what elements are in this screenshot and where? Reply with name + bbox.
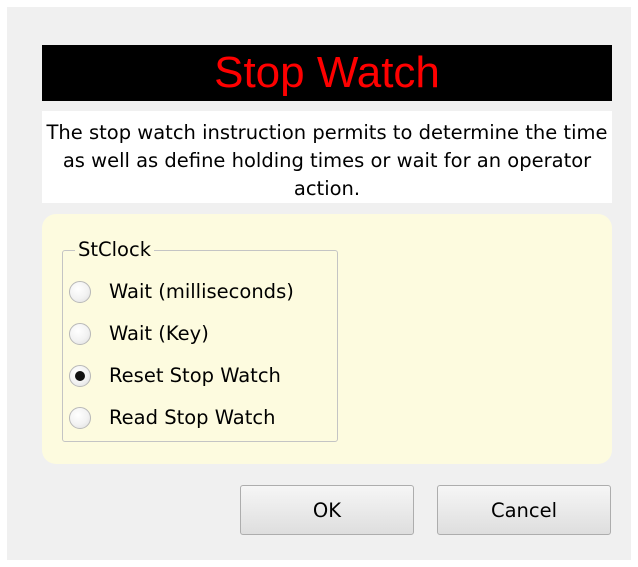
stop-watch-dialog: Stop Watch The stop watch instruction pe… (7, 7, 631, 560)
option-read-stop-watch[interactable]: Read Stop Watch (69, 403, 275, 433)
cancel-button[interactable]: Cancel (437, 485, 611, 535)
dialog-title: Stop Watch (42, 45, 612, 101)
options-panel: StClock Wait (milliseconds) Wait (Key) R… (42, 214, 612, 464)
option-label: Reset Stop Watch (109, 364, 281, 387)
radio-button[interactable] (69, 281, 91, 303)
option-label: Wait (Key) (109, 322, 209, 345)
radio-button[interactable] (69, 323, 91, 345)
stclock-group: StClock Wait (milliseconds) Wait (Key) R… (62, 237, 338, 442)
option-wait-key[interactable]: Wait (Key) (69, 319, 209, 349)
group-legend: StClock (75, 237, 155, 263)
option-reset-stop-watch[interactable]: Reset Stop Watch (69, 361, 281, 391)
option-label: Read Stop Watch (109, 406, 276, 429)
radio-button-selected[interactable] (69, 365, 91, 387)
radio-button[interactable] (69, 407, 91, 429)
dialog-description: The stop watch instruction permits to de… (42, 111, 612, 203)
ok-button[interactable]: OK (240, 485, 414, 535)
option-label: Wait (milliseconds) (109, 280, 294, 303)
option-wait-milliseconds[interactable]: Wait (milliseconds) (69, 277, 294, 307)
